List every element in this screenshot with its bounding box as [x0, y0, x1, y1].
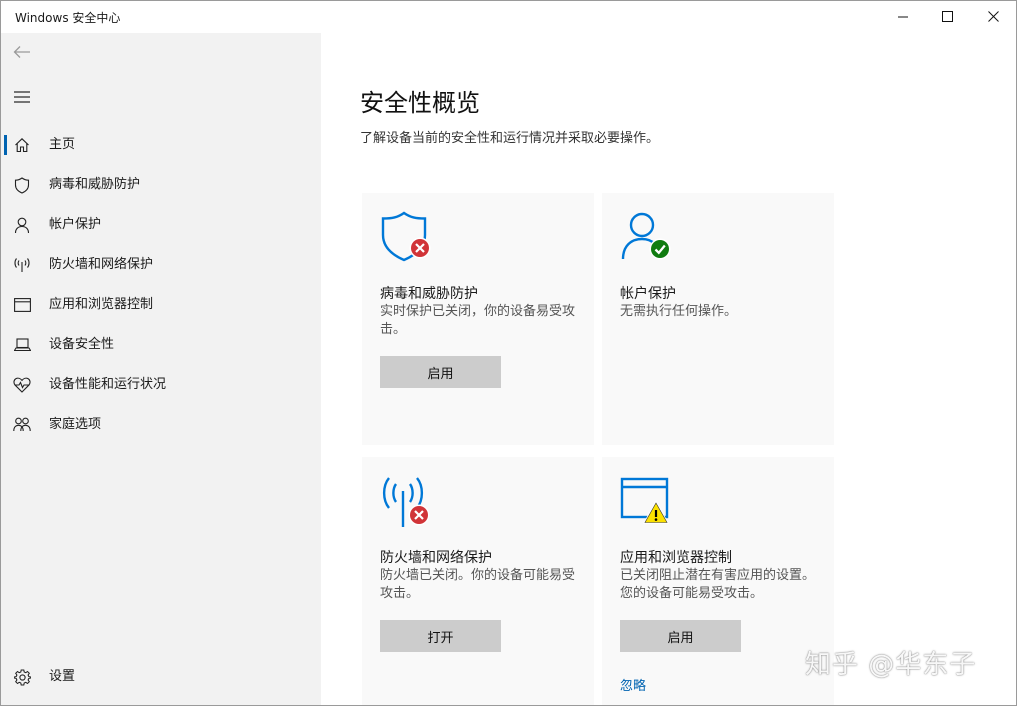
- shield-icon: [13, 176, 31, 194]
- sidebar-item-device-performance[interactable]: 设备性能和运行状况: [1, 365, 321, 405]
- card-description: 实时保护已关闭，你的设备易受攻击。: [380, 304, 576, 337]
- sidebar-item-family-options[interactable]: 家庭选项: [1, 405, 321, 445]
- sidebar-item-device-security[interactable]: 设备安全性: [1, 325, 321, 365]
- watermark: 知乎 @华东子: [805, 650, 977, 680]
- sidebar-item-virus-protection[interactable]: 病毒和威胁防护: [1, 165, 321, 205]
- sidebar-item-label: 主页: [49, 137, 76, 152]
- close-button[interactable]: [970, 0, 1016, 33]
- dismiss-link[interactable]: 忽略: [620, 675, 646, 694]
- warning-icon: [643, 500, 669, 524]
- sidebar-item-label: 设置: [49, 669, 76, 684]
- sidebar-item-settings[interactable]: 设置: [1, 657, 321, 697]
- person-icon: [620, 211, 676, 267]
- hamburger-menu-button[interactable]: [9, 84, 35, 110]
- sidebar-item-label: 应用和浏览器控制: [49, 297, 154, 312]
- sidebar-item-label: 帐户保护: [49, 217, 102, 232]
- close-icon: [987, 11, 999, 22]
- sidebar-item-firewall[interactable]: 防火墙和网络保护: [1, 245, 321, 285]
- card-description: 已关闭阻止潜在有害应用的设置。您的设备可能易受攻击。: [620, 568, 816, 601]
- selection-indicator: [4, 135, 7, 155]
- main-content: 安全性概览 了解设备当前的安全性和运行情况并采取必要操作。 病毒和威胁防护 实时…: [321, 33, 1016, 706]
- card-title: 防火墙和网络保护: [380, 550, 492, 566]
- card-virus-protection[interactable]: 病毒和威胁防护 实时保护已关闭，你的设备易受攻击。 启用: [362, 193, 594, 445]
- sidebar-item-label: 设备安全性: [49, 337, 115, 352]
- turn-on-firewall-button[interactable]: 打开: [380, 620, 501, 652]
- person-icon: [13, 216, 31, 234]
- card-title: 病毒和威胁防护: [380, 286, 478, 302]
- enable-virus-protection-button[interactable]: 启用: [380, 356, 501, 388]
- family-icon: [13, 416, 31, 434]
- page-subtitle: 了解设备当前的安全性和运行情况并采取必要操作。: [360, 131, 660, 146]
- card-app-browser-control[interactable]: 应用和浏览器控制 已关闭阻止潜在有害应用的设置。您的设备可能易受攻击。 启用 忽…: [602, 457, 834, 706]
- back-button[interactable]: [9, 39, 35, 65]
- check-icon: [649, 238, 671, 260]
- sidebar-item-label: 设备性能和运行状况: [49, 377, 167, 392]
- error-x-icon: [408, 504, 430, 526]
- browser-window-icon: [13, 296, 31, 314]
- card-title: 帐户保护: [620, 286, 676, 302]
- minimize-button[interactable]: [880, 0, 926, 33]
- maximize-icon: [941, 11, 953, 22]
- sidebar-item-label: 防火墙和网络保护: [49, 257, 154, 272]
- card-description: 无需执行任何操作。: [620, 304, 738, 319]
- sidebar-item-label: 病毒和威胁防护: [49, 177, 141, 192]
- card-firewall[interactable]: 防火墙和网络保护 防火墙已关闭。你的设备可能易受攻击。 打开: [362, 457, 594, 706]
- sidebar-item-app-browser-control[interactable]: 应用和浏览器控制: [1, 285, 321, 325]
- title-bar: Windows 安全中心: [0, 0, 1017, 33]
- card-description: 防火墙已关闭。你的设备可能易受攻击。: [380, 568, 576, 601]
- minimize-icon: [897, 16, 908, 18]
- error-x-icon: [409, 237, 431, 259]
- gear-icon: [13, 668, 31, 686]
- enable-app-control-button[interactable]: 启用: [620, 620, 741, 652]
- heart-pulse-icon: [13, 376, 31, 394]
- sidebar-item-account-protection[interactable]: 帐户保护: [1, 205, 321, 245]
- hamburger-menu-icon: [14, 91, 30, 103]
- browser-window-icon: [620, 475, 676, 531]
- page-title: 安全性概览: [360, 89, 480, 117]
- back-arrow-icon: [13, 46, 30, 58]
- sidebar-item-home[interactable]: 主页: [1, 125, 321, 165]
- laptop-icon: [13, 336, 31, 354]
- card-title: 应用和浏览器控制: [620, 550, 732, 566]
- sidebar-item-label: 家庭选项: [49, 417, 102, 432]
- shield-icon: [380, 211, 436, 267]
- sidebar: 主页 病毒和威胁防护 帐户保护 防火墙和网络保护 应用和浏览器控制 设备安全性: [1, 33, 321, 705]
- antenna-icon: [380, 475, 436, 531]
- card-account-protection[interactable]: 帐户保护 无需执行任何操作。: [602, 193, 834, 445]
- home-icon: [13, 136, 31, 154]
- antenna-icon: [13, 256, 31, 274]
- maximize-button[interactable]: [924, 0, 970, 33]
- app-title: Windows 安全中心: [15, 11, 121, 25]
